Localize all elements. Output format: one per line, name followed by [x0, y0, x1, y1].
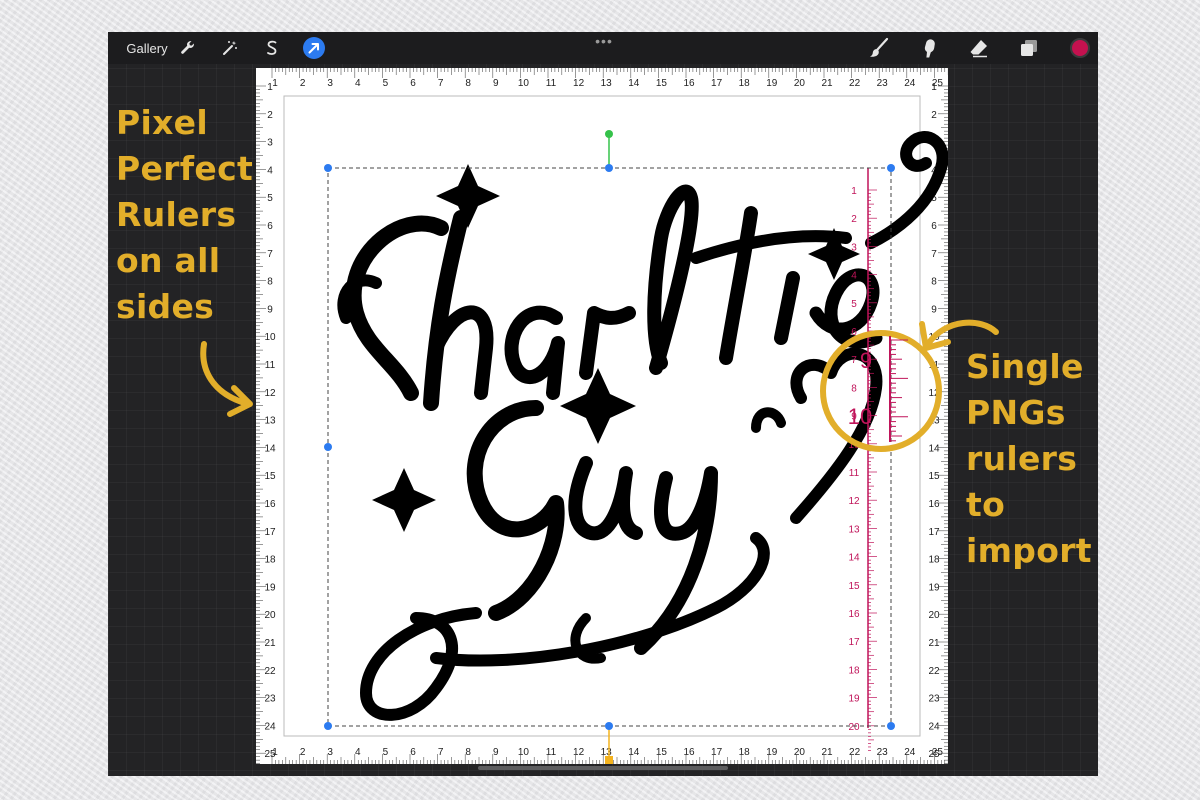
pink-ruler-label: 18	[848, 665, 860, 676]
rotate-handle[interactable]	[605, 130, 613, 138]
callout-left-line: on all	[116, 241, 221, 280]
callout-left-line: sides	[116, 287, 215, 326]
pink-ruler-label: 14	[848, 553, 860, 564]
pink-ruler-label: 17	[848, 637, 860, 648]
zoom-label-10: 10	[848, 404, 872, 429]
eraser-icon[interactable]	[966, 36, 992, 60]
callout-right-line: import	[966, 531, 1092, 570]
callout-left-line: Perfect	[116, 149, 254, 188]
more-options-handle[interactable]: •••	[594, 34, 614, 48]
pink-ruler-label: 1	[851, 186, 857, 197]
pink-ruler-label: 3	[851, 242, 857, 253]
transform-arrow-icon[interactable]	[302, 36, 326, 60]
snap-handle[interactable]	[605, 756, 613, 764]
selection-handle[interactable]	[324, 164, 332, 172]
callout-left-line: Pixel	[116, 103, 208, 142]
wrench-icon[interactable]	[176, 36, 200, 60]
selection-handle[interactable]	[324, 722, 332, 730]
zoomed-pink-ruler: 9 10	[848, 336, 908, 442]
pink-ruler-label: 4	[851, 271, 857, 282]
color-swatch-button[interactable]	[1070, 38, 1090, 58]
callout-left-line: Rulers	[116, 195, 237, 234]
pink-ruler-label: 20	[848, 722, 860, 733]
pink-ruler-label: 19	[848, 694, 860, 705]
pink-ruler-label: 5	[851, 299, 857, 310]
selection-s-icon[interactable]	[260, 36, 284, 60]
pink-ruler-label: 2	[851, 214, 857, 225]
selection-handle[interactable]	[887, 164, 895, 172]
smudge-icon[interactable]	[916, 36, 942, 60]
callout-right-line: rulers	[966, 439, 1078, 478]
pink-ruler-label: 16	[848, 609, 860, 620]
callout-left-arrow	[200, 341, 253, 417]
selection-bounding-box[interactable]	[327, 167, 892, 727]
top-toolbar: Gallery •••	[108, 32, 1098, 64]
magic-wand-icon[interactable]	[218, 36, 242, 60]
callout-rulers-all-sides: Pixel Perfect Rulers on all sides	[116, 100, 256, 330]
callout-right-line: PNGs	[966, 393, 1066, 432]
zoom-label-9: 9	[860, 348, 872, 373]
selection-handle[interactable]	[605, 722, 613, 730]
callout-single-png-rulers: Single PNGs rulers to import	[966, 344, 1106, 574]
selection-handle[interactable]	[605, 164, 613, 172]
brush-icon[interactable]	[866, 36, 892, 60]
selection-handle[interactable]	[887, 722, 895, 730]
pink-ruler-label: 11	[849, 468, 860, 479]
gallery-button[interactable]: Gallery	[118, 36, 176, 60]
callout-right-line: to	[966, 485, 1006, 524]
home-indicator	[478, 766, 728, 770]
selection-handle[interactable]	[324, 443, 332, 451]
pink-ruler-label: 13	[848, 524, 860, 535]
layers-icon[interactable]	[1016, 36, 1042, 60]
pink-ruler-label: 12	[848, 496, 860, 507]
pink-ruler-label: 15	[848, 581, 860, 592]
